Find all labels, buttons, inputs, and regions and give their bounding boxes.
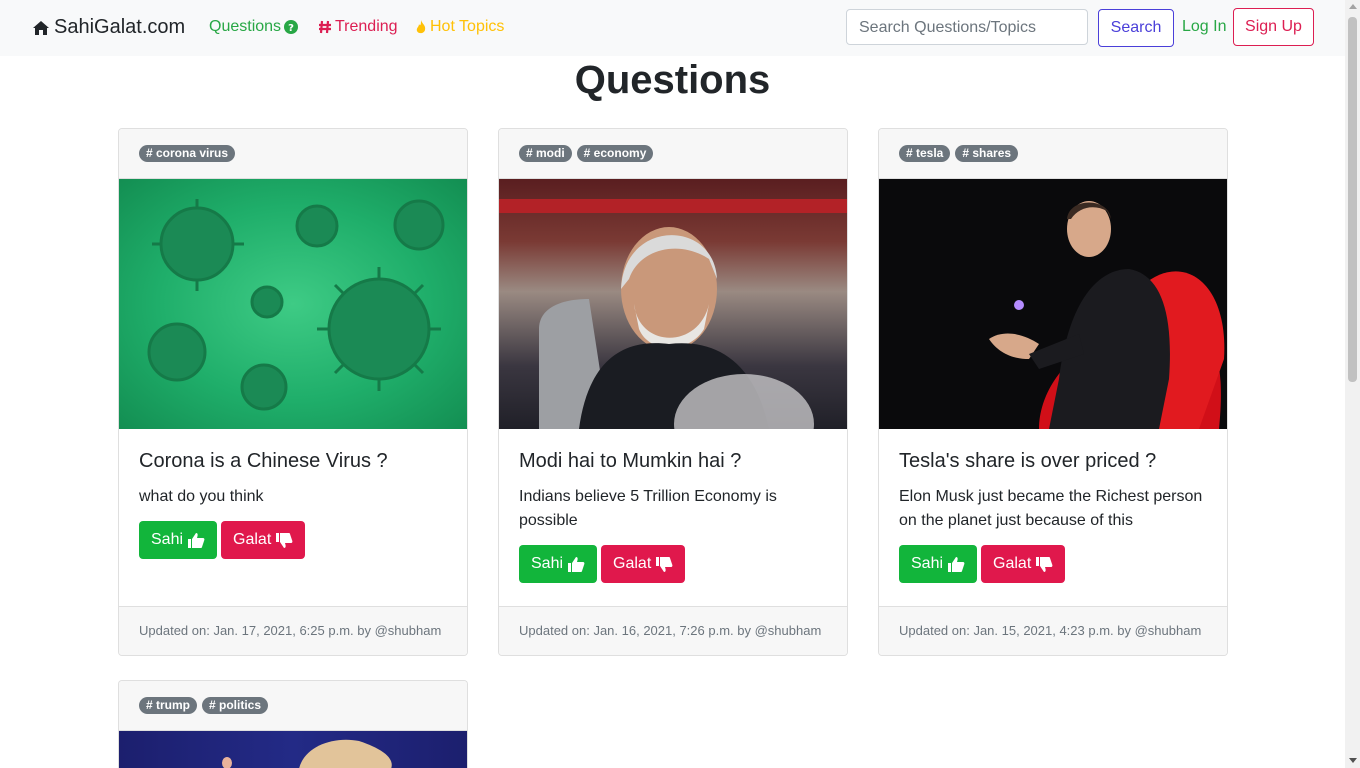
thumbs-up-icon [188, 532, 205, 548]
nav-trending-link[interactable]: Trending [315, 18, 398, 36]
thumbs-down-icon [276, 532, 293, 548]
search-input[interactable]: Search Questions/Topics [846, 9, 1088, 45]
brand-link[interactable]: SahiGalat.com [32, 16, 185, 39]
thumbs-up-icon [568, 556, 585, 572]
nav-questions-label: Questions [209, 18, 282, 35]
login-link[interactable]: Log In [1182, 18, 1226, 36]
card-footer: Updated on: Jan. 17, 2021, 6:25 p.m. by … [119, 606, 467, 655]
sahi-label: Sahi [911, 555, 944, 572]
question-card: # trump # politics [118, 680, 468, 768]
tag-badge[interactable]: # economy [576, 145, 654, 162]
card-text: Elon Musk just became the Richest person… [899, 488, 1203, 529]
brand-label: SahiGalat.com [54, 16, 186, 38]
hashtag-icon [319, 20, 331, 34]
galat-label: Galat [233, 531, 272, 548]
search-button[interactable]: Search [1098, 9, 1174, 47]
card-title[interactable]: Corona is a Chinese Virus ? [139, 449, 447, 473]
sahi-button[interactable]: Sahi [899, 545, 978, 583]
nav-questions-link[interactable]: Questions ? [209, 18, 301, 36]
thumbs-up-icon [948, 556, 965, 572]
thumbs-down-icon [1036, 556, 1053, 572]
page-scrollbar[interactable] [1345, 0, 1360, 768]
question-card: # corona virus Corona is a Chinese Virus… [118, 128, 468, 656]
card-image-modi [499, 179, 847, 429]
speaker-photo [989, 201, 1225, 429]
tag-badge[interactable]: # modi [519, 145, 572, 162]
galat-button[interactable]: Galat [981, 545, 1066, 583]
thumbs-down-icon [656, 556, 673, 572]
scrollbar-thumb[interactable] [1348, 17, 1357, 382]
home-icon [33, 20, 49, 35]
nav-hot-topics-label: Hot Topics [430, 18, 505, 35]
virus-illustration [147, 199, 445, 411]
galat-button[interactable]: Galat [221, 521, 306, 559]
card-footer: Updated on: Jan. 15, 2021, 4:23 p.m. by … [879, 606, 1227, 655]
tag-badge[interactable]: # shares [955, 145, 1019, 162]
scroll-down-arrow-icon[interactable] [1349, 758, 1357, 763]
sahi-label: Sahi [151, 531, 184, 548]
navbar: SahiGalat.com Questions ? Trending Hot T… [0, 0, 1345, 56]
tag-badge[interactable]: # tesla [899, 145, 951, 162]
nav-trending-label: Trending [335, 18, 398, 35]
question-card: # tesla # shares Tesla's share is over p… [878, 128, 1228, 656]
scroll-up-arrow-icon[interactable] [1349, 4, 1357, 9]
question-card: # modi # economy Modi hai to Mumkin hai … [498, 128, 848, 656]
sahi-button[interactable]: Sahi [519, 545, 598, 583]
question-circle-icon: ? [284, 20, 299, 34]
sahi-label: Sahi [531, 555, 564, 572]
galat-button[interactable]: Galat [601, 545, 686, 583]
page-title: Questions [574, 58, 771, 102]
signup-button[interactable]: Sign Up [1233, 8, 1314, 46]
sahi-button[interactable]: Sahi [139, 521, 218, 559]
card-text: Indians believe 5 Trillion Economy is po… [519, 488, 777, 529]
tag-badge[interactable]: # politics [202, 697, 269, 714]
tag-badge[interactable]: # corona virus [139, 145, 236, 162]
card-image-tesla [879, 179, 1227, 429]
galat-label: Galat [613, 555, 652, 572]
svg-text:?: ? [288, 23, 294, 34]
search-placeholder: Search Questions/Topics [859, 19, 1036, 36]
card-text: what do you think [139, 488, 264, 505]
portrait-photo [222, 739, 392, 768]
card-header: # corona virus [119, 129, 467, 179]
card-header: # modi # economy [499, 129, 847, 179]
card-title[interactable]: Tesla's share is over priced ? [899, 449, 1207, 473]
tag-badge[interactable]: # trump [139, 697, 198, 714]
card-header: # trump # politics [119, 681, 467, 731]
card-footer: Updated on: Jan. 16, 2021, 7:26 p.m. by … [499, 606, 847, 655]
card-image-virus [119, 179, 467, 429]
card-header: # tesla # shares [879, 129, 1227, 179]
fire-icon [416, 19, 426, 33]
card-title[interactable]: Modi hai to Mumkin hai ? [519, 449, 827, 473]
portrait-photo [499, 199, 847, 429]
nav-hot-topics-link[interactable]: Hot Topics [412, 18, 504, 36]
card-image-trump [119, 731, 467, 768]
galat-label: Galat [993, 555, 1032, 572]
